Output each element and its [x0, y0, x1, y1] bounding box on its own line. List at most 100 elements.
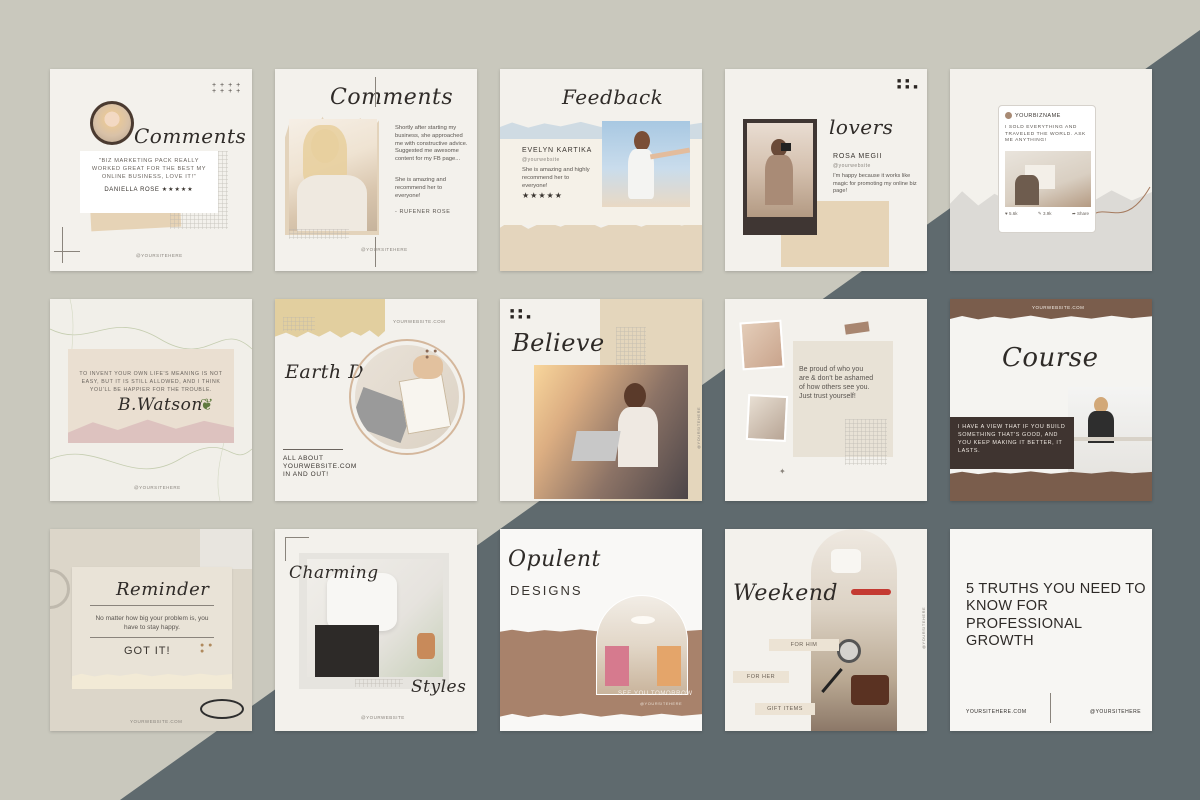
author-handle: @yourwebsite: [833, 163, 871, 169]
testimonial-body-2: She is amazing and recommend her to ever…: [395, 177, 446, 199]
quote-box: "BIZ MARKETING PACK REALLY WORKED GREAT …: [80, 151, 218, 213]
photo-boutique: [596, 595, 688, 695]
dots-decor: ■ ■ ■ ■ ■: [897, 78, 919, 91]
site-label: @YOURWEBSITE: [361, 715, 405, 720]
handle-label: @YOURSITEHERE: [1090, 709, 1142, 715]
divider: [285, 537, 309, 538]
author-name: EVELYN KARTIKA: [522, 147, 593, 154]
card-subtitle: DESIGNS: [510, 583, 583, 598]
post-text: I SOLD EVERYTHING AND TRAVELED THE WORLD…: [1005, 125, 1086, 144]
signature: B.Watson: [118, 395, 203, 415]
divider: [285, 537, 286, 561]
card-social-post[interactable]: YOURBIZNAME I SOLD EVERYTHING AND TRAVEL…: [950, 69, 1152, 271]
photo-writing: [355, 345, 459, 449]
divider: [1050, 693, 1051, 723]
site-label: YOURWEBSITE.COM: [130, 719, 183, 724]
author-handle: @yourwebsite: [522, 157, 560, 163]
divider: [375, 77, 376, 107]
site-label: @YOURSITEHERE: [136, 253, 183, 258]
card-title: Weekend: [733, 581, 838, 606]
bowl-decor: [50, 569, 70, 609]
site-label: @YOURSITEHERE: [696, 406, 701, 449]
avatar: [1005, 112, 1012, 119]
grid-pattern: [616, 327, 646, 367]
photo-woman-camera: [747, 123, 813, 217]
rating-stars: ★★★★★: [161, 187, 194, 194]
card-be-proud[interactable]: Be proud of who you are & don't be asham…: [725, 299, 927, 501]
card-title: Course: [1002, 343, 1099, 373]
card-earth-day[interactable]: YOURWEBSITE.COM Earth Day ● ● ● ALL ABOUT…: [275, 299, 477, 501]
card-title: Charming: [289, 563, 379, 583]
grid-pattern: [845, 419, 887, 465]
card-opulent[interactable]: Opulent DESIGNS SEE YOU TOMORROW @YOURSI…: [500, 529, 702, 731]
site-label: YOURSITEHERE.COM: [966, 709, 1027, 715]
cta-text: ALL ABOUT YOURWEBSITE.COM IN AND OUT!: [283, 455, 357, 479]
rating-stars: ★★★★★: [522, 191, 563, 200]
leaf-icon: ❦: [200, 397, 214, 414]
avatar: [90, 101, 134, 145]
testimonial-body: She is amazing and highly recommend her …: [522, 167, 590, 189]
washi-tape: [844, 321, 870, 335]
grid-pattern: [355, 679, 403, 687]
photo-accessories: [811, 529, 897, 731]
card-charming-styles[interactable]: Charming Styles @YOURWEBSITE: [275, 529, 477, 731]
dots-decor: + + + + + + + +: [212, 82, 242, 95]
sparkle-icon: ✦: [779, 467, 786, 476]
post-photo: [1005, 151, 1091, 208]
card-title: Opulent: [508, 547, 601, 572]
card-quote-watson[interactable]: TO INVENT YOUR OWN LIFE'S MEANING IS NOT…: [50, 299, 252, 501]
dots-decor: ● ● ●: [425, 348, 439, 361]
card-title: Believe: [512, 329, 605, 357]
card-reminder[interactable]: Reminder No matter how big your problem …: [50, 529, 252, 731]
site-label: @YOURSITEHERE: [134, 485, 181, 490]
card-comments-1[interactable]: Comments "BIZ MARKETING PACK REALLY WORK…: [50, 69, 252, 271]
divider: [90, 605, 214, 606]
card-believe[interactable]: ■ ■ ■ ■ ■ Believe @YOURSITEHERE: [500, 299, 702, 501]
photo-woman: [289, 119, 377, 231]
photo-desk: [1068, 387, 1152, 475]
quote-text: Be proud of who you are & don't be asham…: [799, 366, 874, 401]
photo-small-2: [745, 393, 789, 443]
post-mockup: YOURBIZNAME I SOLD EVERYTHING AND TRAVEL…: [998, 105, 1096, 233]
likes-count[interactable]: ♥ 5.6k: [1005, 211, 1017, 217]
cta-text: GOT IT!: [124, 645, 171, 657]
cta-text: SEE YOU TOMORROW: [618, 691, 693, 697]
torn-edge: [950, 471, 1152, 485]
divider: [62, 227, 63, 263]
card-title: Comments: [134, 124, 247, 148]
comments-count[interactable]: ✎ 3.9k: [1038, 211, 1052, 217]
quote-text: I HAVE A VIEW THAT IF YOU BUILD SOMETHIN…: [958, 424, 1066, 455]
reminder-text: No matter how big your problem is, you h…: [95, 615, 209, 631]
grid-pattern: [289, 229, 349, 239]
glasses-decor: [200, 699, 244, 719]
card-title: Reminder: [116, 579, 210, 600]
quote-box: I HAVE A VIEW THAT IF YOU BUILD SOMETHIN…: [950, 417, 1074, 469]
card-course[interactable]: YOURWEBSITE.COM Course I HAVE A VIEW THA…: [950, 299, 1152, 501]
photo-small-1: [739, 319, 785, 371]
card-title: Comments: [330, 85, 454, 110]
divider: [90, 637, 214, 638]
dots-decor: ■ ■ ■ ■ ■: [510, 308, 532, 321]
testimonial-body: Shortly after starting my business, she …: [395, 125, 468, 163]
tag-for-him[interactable]: FOR HIM: [769, 639, 839, 651]
tag-for-her[interactable]: FOR HER: [733, 671, 789, 683]
card-title: Feedback: [562, 85, 664, 109]
divider: [375, 237, 376, 267]
quote-text: TO INVENT YOUR OWN LIFE'S MEANING IS NOT…: [79, 371, 223, 393]
card-weekend[interactable]: Weekend FOR HIM FOR HER GIFT ITEMS @YOUR…: [725, 529, 927, 731]
site-label: @YOURSITEHERE: [921, 606, 926, 649]
tag-gift-items[interactable]: GIFT ITEMS: [755, 703, 815, 715]
grid-pattern: [283, 317, 315, 331]
site-label: @YOURSITEHERE: [361, 247, 408, 252]
share-button[interactable]: ➦ Share: [1072, 211, 1089, 217]
card-comments-2[interactable]: Comments Shortly after starting my busin…: [275, 69, 477, 271]
site-label: YOURWEBSITE.COM: [1032, 305, 1085, 310]
testimonial-body: I'm happy because it works like magic fo…: [833, 173, 917, 195]
site-label: @YOURSITEHERE: [640, 701, 683, 706]
card-feedback[interactable]: Feedback EVELYN KARTIKA @yourwebsite She…: [500, 69, 702, 271]
card-5-truths[interactable]: 5 TRUTHS YOU NEED TO KNOW FOR PROFESSION…: [950, 529, 1152, 731]
card-subtitle: Styles: [411, 677, 467, 697]
quote-text: "BIZ MARKETING PACK REALLY WORKED GREAT …: [91, 158, 207, 181]
card-lovers[interactable]: lovers ROSA MEGII @yourwebsite I'm happy…: [725, 69, 927, 271]
author-name: DANIELLA ROSE: [104, 187, 160, 194]
